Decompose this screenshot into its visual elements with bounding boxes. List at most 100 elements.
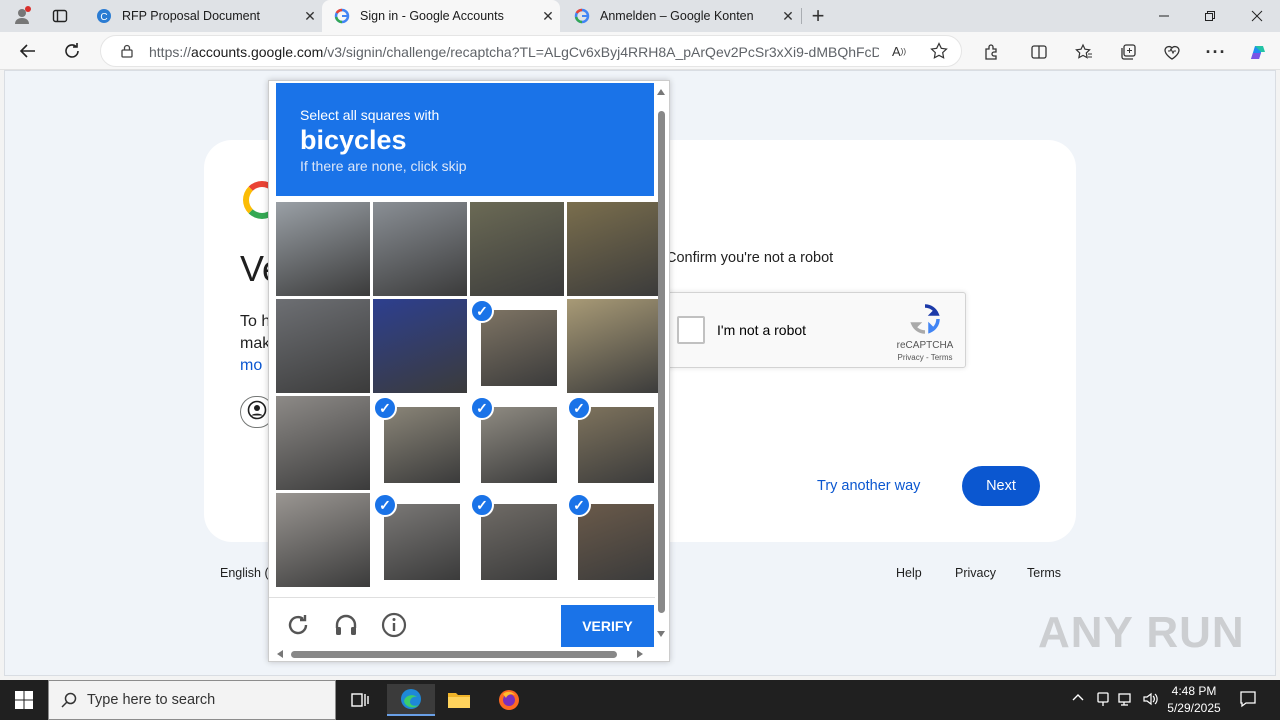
vertical-scrollbar[interactable]	[655, 85, 667, 641]
close-icon[interactable]: ✕	[536, 8, 560, 25]
back-icon[interactable]	[16, 39, 40, 63]
try-another-way-button[interactable]: Try another way	[806, 466, 931, 506]
captcha-tile[interactable]: ✓	[373, 493, 467, 587]
captcha-tile[interactable]	[373, 299, 467, 393]
chevron-up-icon[interactable]	[1072, 691, 1084, 707]
check-icon: ✓	[567, 493, 591, 517]
verify-button[interactable]: VERIFY	[561, 605, 654, 647]
edge-taskbar-icon[interactable]	[387, 684, 435, 716]
minimize-button[interactable]	[1152, 4, 1176, 28]
captcha-tile[interactable]	[567, 202, 661, 296]
url-prefix: https://	[149, 44, 192, 60]
captcha-tile[interactable]: ✓	[470, 396, 564, 490]
account-circle-icon	[247, 400, 267, 425]
recaptcha-privacy-link[interactable]: Privacy	[898, 353, 924, 362]
extensions-icon[interactable]	[979, 40, 1003, 64]
scroll-up-icon[interactable]	[657, 89, 665, 95]
file-explorer-icon[interactable]	[435, 684, 483, 716]
address-bar[interactable]: https://accounts.google.com/v3/signin/ch…	[100, 35, 962, 67]
captcha-tile[interactable]: ✓	[470, 299, 564, 393]
device-icon[interactable]	[1096, 691, 1110, 710]
more-menu-icon[interactable]: ···	[1204, 40, 1228, 64]
close-icon[interactable]: ✕	[298, 8, 322, 25]
captcha-tile[interactable]	[276, 202, 370, 296]
info-icon[interactable]	[379, 610, 409, 640]
tab-strip: C RFP Proposal Document ✕ Sign in - Goog…	[0, 0, 1280, 32]
copilot-doc-icon: C	[96, 8, 112, 24]
firefox-icon[interactable]	[485, 684, 533, 716]
captcha-header: Select all squares with bicycles If ther…	[276, 83, 654, 196]
split-screen-icon[interactable]	[1027, 40, 1051, 64]
tile-image	[373, 299, 467, 393]
notification-icon[interactable]	[1239, 690, 1257, 711]
check-icon: ✓	[470, 396, 494, 420]
tile-image	[481, 407, 557, 483]
captcha-instruction: Select all squares with	[300, 107, 440, 123]
learn-more-link[interactable]: mo	[240, 357, 262, 374]
footer-terms-link[interactable]: Terms	[1027, 566, 1061, 580]
restore-button[interactable]	[1198, 4, 1222, 28]
close-icon[interactable]: ✕	[776, 8, 800, 25]
taskbar: Type here to search 4:48 PM 5/29/2025	[0, 680, 1280, 720]
taskbar-search-box[interactable]: Type here to search	[48, 680, 336, 720]
close-window-button[interactable]	[1245, 4, 1269, 28]
search-placeholder: Type here to search	[87, 692, 216, 708]
tab-google-signin[interactable]: Sign in - Google Accounts ✕	[322, 0, 560, 32]
tab-actions-icon[interactable]	[48, 4, 72, 28]
tile-image	[481, 504, 557, 580]
captcha-tile[interactable]	[276, 396, 370, 490]
audio-icon[interactable]	[331, 610, 361, 640]
captcha-tile[interactable]: ✓	[567, 493, 661, 587]
refresh-icon[interactable]	[60, 39, 84, 63]
recaptcha-terms-link[interactable]: Terms	[931, 353, 953, 362]
scroll-left-icon[interactable]	[277, 650, 283, 658]
copilot-icon[interactable]	[1246, 40, 1270, 64]
next-button[interactable]: Next	[962, 466, 1040, 506]
network-icon[interactable]	[1118, 691, 1134, 710]
tab-google-anmelden[interactable]: Anmelden – Google Konten ✕	[562, 0, 800, 32]
tile-image	[384, 504, 460, 580]
captcha-tile[interactable]: ✓	[470, 493, 564, 587]
favorites-icon[interactable]	[1072, 40, 1096, 64]
captcha-tile[interactable]	[276, 299, 370, 393]
favorite-star-icon[interactable]	[927, 39, 951, 63]
volume-icon[interactable]	[1142, 691, 1158, 710]
horizontal-scrollbar[interactable]	[269, 647, 655, 661]
collections-icon[interactable]	[1116, 40, 1140, 64]
reload-icon[interactable]	[283, 610, 313, 640]
captcha-tile[interactable]	[373, 202, 467, 296]
system-clock[interactable]: 4:48 PM 5/29/2025	[1160, 683, 1228, 717]
tile-image	[276, 299, 370, 393]
tab-divider	[801, 8, 802, 24]
captcha-tile[interactable]: ✓	[373, 396, 467, 490]
profile-icon[interactable]	[10, 4, 34, 28]
tab-title: Sign in - Google Accounts	[360, 9, 504, 23]
footer-help-link[interactable]: Help	[896, 566, 922, 580]
watermark: ANY RUN	[1038, 608, 1245, 657]
check-icon: ✓	[470, 493, 494, 517]
scroll-down-icon[interactable]	[657, 631, 665, 637]
scrollbar-thumb[interactable]	[658, 111, 665, 613]
captcha-tile[interactable]	[567, 299, 661, 393]
scroll-right-icon[interactable]	[637, 650, 643, 658]
windows-start-icon[interactable]	[0, 680, 48, 720]
tile-image	[567, 202, 661, 296]
footer-privacy-link[interactable]: Privacy	[955, 566, 996, 580]
browser-essentials-icon[interactable]	[1160, 40, 1184, 64]
language-selector[interactable]: English (	[220, 566, 269, 580]
description-text: To h mak mo	[240, 311, 270, 377]
tab-rfp-proposal[interactable]: C RFP Proposal Document ✕	[84, 0, 322, 32]
captcha-tile[interactable]: ✓	[567, 396, 661, 490]
recaptcha-checkbox[interactable]	[677, 316, 705, 344]
task-view-icon[interactable]	[336, 684, 384, 716]
captcha-footer: VERIFY	[269, 597, 655, 647]
captcha-tile[interactable]	[470, 202, 564, 296]
scrollbar-thumb[interactable]	[291, 651, 617, 658]
read-aloud-icon[interactable]: A))	[887, 39, 911, 63]
clock-time: 4:48 PM	[1171, 684, 1217, 698]
lock-icon[interactable]	[115, 39, 139, 63]
url-text[interactable]: https://accounts.google.com/v3/signin/ch…	[149, 44, 879, 60]
captcha-tile[interactable]	[276, 493, 370, 587]
google-icon	[574, 8, 590, 24]
new-tab-button[interactable]: +	[806, 3, 830, 28]
